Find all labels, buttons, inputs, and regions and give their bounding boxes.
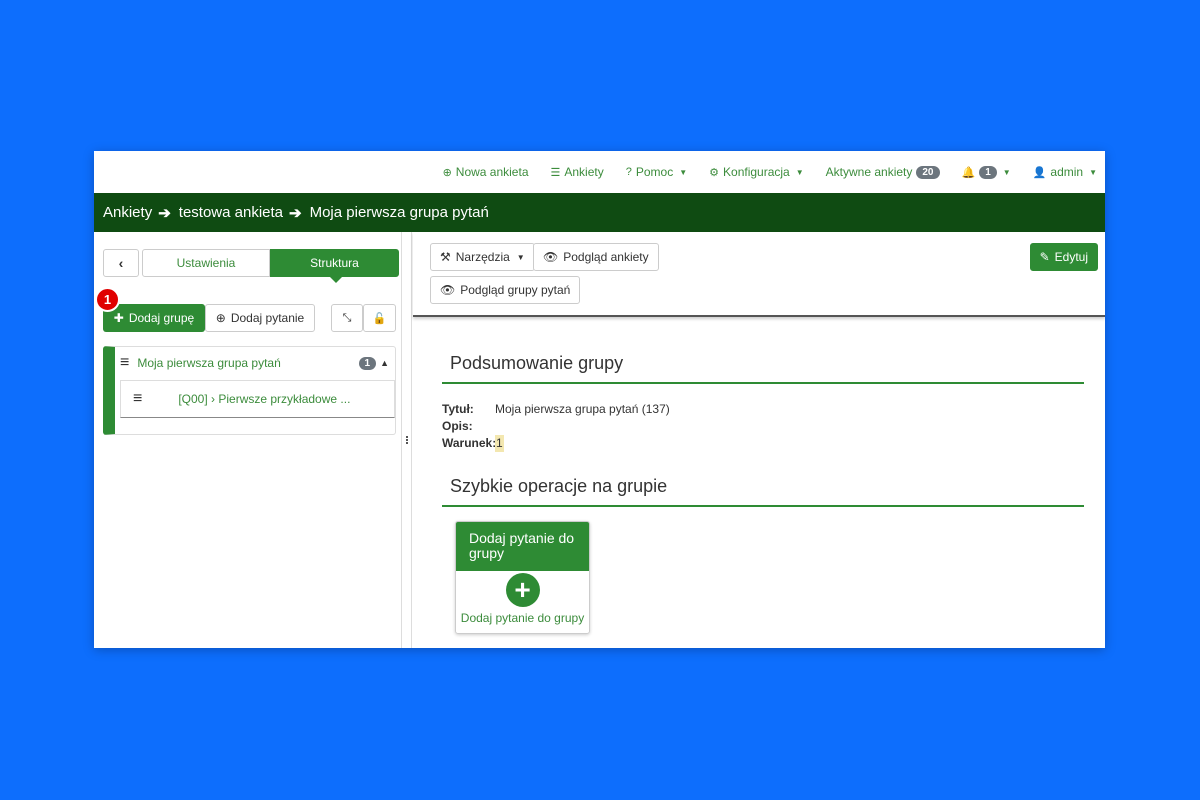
quick-actions-section-title: Szybkie operacje na grupie: [442, 476, 1084, 507]
nav-help-label: Pomoc: [635, 165, 674, 179]
arrow-right-icon: ➔: [158, 204, 171, 222]
nav-new-survey[interactable]: ⊕ Nowa ankieta: [443, 165, 529, 179]
preview-survey-label: Podgląd ankiety: [563, 250, 649, 264]
nav-user-label: admin: [1050, 165, 1084, 179]
drag-handle-icon[interactable]: ≡: [133, 390, 142, 408]
question-group-header[interactable]: ≡ Moja pierwsza grupa pytań 1 ▲: [115, 347, 395, 379]
edit-button[interactable]: ✎ Edytuj: [1029, 243, 1098, 271]
add-question-label: Dodaj pytanie: [230, 311, 305, 325]
nav-user[interactable]: 👤 admin ▼: [1033, 165, 1097, 179]
title-value: Moja pierwsza grupa pytań (137): [495, 402, 670, 416]
app-window: ⊕ Nowa ankieta ☰ Ankiety ? Pomoc ▼ ⚙ Kon…: [94, 151, 1105, 648]
nav-help[interactable]: ? Pomoc ▼: [626, 165, 687, 179]
bell-icon: 🔔: [961, 166, 976, 179]
active-surveys-count-badge: 20: [916, 165, 940, 179]
nav-surveys-label: Ankiety: [564, 165, 604, 179]
eye-icon: 👁: [440, 283, 456, 297]
add-group-button[interactable]: ✚ Dodaj grupę: [103, 304, 205, 332]
nav-config[interactable]: ⚙ Konfiguracja ▼: [709, 165, 804, 179]
drag-handle-icon[interactable]: ≡: [120, 354, 129, 372]
group-detail-panel: ⚒ Narzędzia ▼ 👁 Podgląd ankiety 👁 Podglą…: [413, 232, 1105, 648]
question-circle-icon: ?: [625, 166, 632, 178]
top-navbar: ⊕ Nowa ankieta ☰ Ankiety ? Pomoc ▼ ⚙ Kon…: [94, 151, 1105, 193]
compress-icon: ⤡: [342, 311, 352, 324]
description-label: Opis:: [442, 419, 473, 433]
nav-surveys[interactable]: ☰ Ankiety: [551, 165, 604, 179]
preview-group-label: Podgląd grupy pytań: [460, 283, 571, 297]
group-toolbar: ⚒ Narzędzia ▼ 👁 Podgląd ankiety 👁 Podglą…: [413, 232, 1105, 317]
structure-sidebar: ‹ Ustawienia Struktura ✚ Dodaj grupę ⊕ D…: [94, 232, 402, 648]
title-label: Tytuł:: [442, 402, 474, 416]
chevron-left-icon: ‹: [118, 255, 124, 271]
question-count-badge: 1: [358, 356, 377, 370]
step-badge-marker: 1: [95, 287, 120, 312]
main-content: ‹ Ustawienia Struktura ✚ Dodaj grupę ⊕ D…: [94, 232, 1105, 648]
unlock-button[interactable]: 🔓: [363, 304, 396, 332]
caret-down-icon: ▼: [1089, 167, 1097, 177]
summary-row-condition: Warunek: 1: [442, 435, 670, 452]
breadcrumb: Ankiety ➔ testowa ankieta ➔ Moja pierwsz…: [94, 193, 1105, 232]
summary-section-title: Podsumowanie grupy: [442, 353, 1084, 384]
tab-structure[interactable]: Struktura: [270, 249, 399, 283]
caret-down-icon: ▼: [1002, 167, 1011, 177]
nav-active-surveys[interactable]: Aktywne ankiety 20: [826, 165, 940, 179]
pencil-icon: ✎: [1039, 250, 1050, 264]
condition-label: Warunek:: [442, 436, 497, 450]
nav-notifications[interactable]: 🔔 1 ▼: [961, 165, 1011, 179]
summary-row-description: Opis:: [442, 418, 670, 435]
preview-survey-button[interactable]: 👁 Podgląd ankiety: [533, 243, 659, 271]
group-summary: Tytuł: Moja pierwsza grupa pytań (137) O…: [442, 401, 670, 452]
tools-label: Narzędzia: [455, 250, 510, 264]
grip-icon: [405, 436, 408, 444]
notifications-count-badge: 1: [979, 165, 997, 179]
collapse-all-button[interactable]: ⤡: [331, 304, 363, 332]
tab-settings[interactable]: Ustawienia: [142, 249, 270, 277]
question-item-label[interactable]: [Q00] › Pierwsze przykładowe ...: [178, 392, 350, 406]
add-group-label: Dodaj grupę: [128, 311, 195, 325]
preview-group-button[interactable]: 👁 Podgląd grupy pytań: [430, 276, 581, 304]
collapse-sidebar-button[interactable]: ‹: [103, 249, 139, 277]
eye-icon: 👁: [543, 250, 559, 264]
add-question-to-group-link[interactable]: Dodaj pytanie do grupy: [456, 611, 589, 625]
caret-down-icon: ▼: [795, 167, 804, 177]
edit-label: Edytuj: [1054, 250, 1088, 264]
sidebar-tabs: ‹ Ustawienia Struktura: [103, 249, 399, 283]
plus-circle-icon: ⊕: [442, 166, 452, 179]
tools-icon: ⚒: [440, 250, 451, 264]
tools-dropdown-button[interactable]: ⚒ Narzędzia ▼: [430, 243, 535, 271]
add-question-to-group-card[interactable]: Dodaj pytanie do grupy + Dodaj pytanie d…: [455, 521, 590, 634]
question-group: ≡ Moja pierwsza grupa pytań 1 ▲ ≡ [Q00] …: [103, 346, 396, 435]
card-heading: Dodaj pytanie do grupy: [456, 522, 589, 571]
add-question-button[interactable]: ⊕ Dodaj pytanie: [205, 304, 315, 332]
plus-circle-icon: ⊕: [215, 311, 226, 325]
panel-resize-handle[interactable]: [402, 232, 412, 648]
caret-up-icon[interactable]: ▲: [380, 358, 389, 368]
caret-down-icon: ▼: [679, 167, 688, 177]
user-icon: 👤: [1032, 166, 1047, 179]
nav-active-surveys-label: Aktywne ankiety: [825, 165, 913, 179]
plus-icon: ✚: [113, 311, 124, 325]
list-icon: ☰: [550, 166, 561, 179]
unlock-icon: 🔓: [372, 312, 387, 325]
breadcrumb-item-survey[interactable]: testowa ankieta: [179, 204, 283, 221]
question-group-title[interactable]: Moja pierwsza grupa pytań: [137, 356, 358, 370]
summary-row-title: Tytuł: Moja pierwsza grupa pytań (137): [442, 401, 670, 418]
gears-icon: ⚙: [709, 166, 720, 179]
caret-down-icon: ▼: [516, 252, 525, 262]
nav-config-label: Konfiguracja: [723, 165, 790, 179]
condition-value: 1: [495, 435, 504, 452]
plus-circle-icon[interactable]: +: [505, 573, 540, 607]
nav-new-survey-label: Nowa ankieta: [455, 165, 529, 179]
arrow-right-icon: ➔: [289, 204, 302, 222]
question-item[interactable]: ≡ [Q00] › Pierwsze przykładowe ...: [120, 380, 395, 418]
breadcrumb-item-group: Moja pierwsza grupa pytań: [309, 204, 489, 221]
breadcrumb-item-surveys[interactable]: Ankiety: [103, 204, 152, 221]
